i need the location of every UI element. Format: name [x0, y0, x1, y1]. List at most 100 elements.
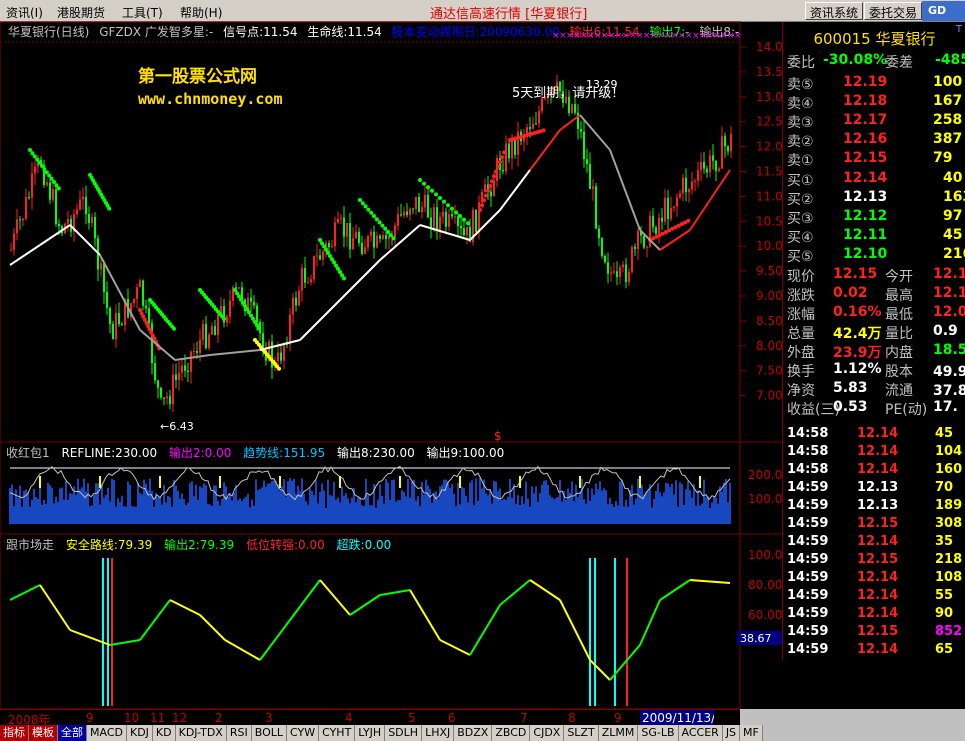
buy-row[interactable]: 买① 12.14 40: [783, 170, 965, 189]
stat-value: 0.02: [833, 285, 868, 301]
tab-lhxj[interactable]: LHXJ: [422, 725, 455, 741]
tick-row[interactable]: 14:59 12.13 189: [783, 498, 965, 516]
sell-row[interactable]: 卖③ 12.17 258: [783, 112, 965, 131]
date-label: 6: [448, 711, 456, 725]
tab-slzt[interactable]: SLZT: [564, 725, 599, 741]
ind2-tick-label: 80.00: [748, 578, 782, 592]
tab-all[interactable]: 全部: [58, 725, 87, 741]
tick-volume: 218: [935, 552, 963, 567]
candle-body: [715, 160, 717, 171]
candle-body: [412, 208, 414, 210]
tab-sglb[interactable]: SG-LB: [638, 725, 679, 741]
buy-row[interactable]: 买⑤ 12.10 216: [783, 246, 965, 265]
tab-accer[interactable]: ACCER: [678, 725, 723, 741]
stat-row[interactable]: 收益(三) 0.53 PE(动) 17.: [783, 399, 965, 418]
sar-dot: [480, 203, 484, 208]
sell-label: 卖④: [787, 96, 814, 112]
candle-body: [394, 225, 396, 237]
tick-row[interactable]: 14:59 12.14 108: [783, 570, 965, 588]
stat-row[interactable]: 涨幅 0.16% 最低 12.0: [783, 304, 965, 323]
tab-mf[interactable]: MF: [740, 725, 763, 741]
date-label: 12: [172, 711, 188, 725]
tab-boll[interactable]: BOLL: [251, 725, 287, 741]
tick-row[interactable]: 14:59 12.13 70: [783, 480, 965, 498]
tab-js[interactable]: JS: [722, 725, 741, 741]
tick-row[interactable]: 14:59 12.14 90: [783, 606, 965, 624]
sar-dot: [342, 276, 346, 281]
tab-zlmm[interactable]: ZLMM: [598, 725, 639, 741]
stat-row[interactable]: 外盘 23.9万内盘 18.57: [783, 342, 965, 361]
candle-body: [340, 217, 342, 219]
ind1-trend: 趋势线:151.95: [243, 446, 326, 460]
tab-template[interactable]: 模板: [29, 725, 58, 741]
candle-body: [277, 352, 279, 361]
candle-body: [139, 280, 141, 288]
buy-row[interactable]: 买② 12.13 163: [783, 189, 965, 208]
ind2-line-segment: [139, 599, 171, 641]
stat-row[interactable]: 净资 5.83 流通 37.8亿: [783, 380, 965, 399]
stat-label: 收益(三): [787, 402, 840, 418]
sar-dot: [454, 210, 458, 215]
ind2-line-segment: [289, 579, 321, 621]
candle-body: [721, 136, 723, 169]
tab-zbcd[interactable]: ZBCD: [492, 725, 531, 741]
tick-row[interactable]: 14:59 12.14 35: [783, 534, 965, 552]
tab-indicator[interactable]: 指标: [0, 725, 29, 741]
candle-body: [334, 222, 336, 247]
date-label: 9: [614, 711, 622, 725]
buy-row[interactable]: 买④ 12.11 45: [783, 227, 965, 246]
tab-sdlh[interactable]: SDLH: [385, 725, 423, 741]
tick-row[interactable]: 14:59 12.14 65: [783, 642, 965, 660]
tab-macd[interactable]: MACD: [87, 725, 127, 741]
candle-body: [508, 143, 510, 159]
low-price-label: ←6.43: [160, 420, 194, 433]
candle-body: [646, 246, 648, 248]
ind2-line-segment: [109, 639, 141, 646]
sar-dot: [32, 154, 37, 159]
news-system-button[interactable]: 资讯系统: [805, 2, 864, 20]
tick-row[interactable]: 14:59 12.15 852: [783, 624, 965, 642]
stock-name: 华夏银行: [875, 30, 936, 48]
sell-row[interactable]: 卖② 12.16 387: [783, 131, 965, 150]
tick-row[interactable]: 14:59 12.14 55: [783, 588, 965, 606]
tab-kd[interactable]: KD: [152, 725, 176, 741]
sar-dot: [277, 366, 281, 371]
sell-row[interactable]: 卖④ 12.18 167: [783, 93, 965, 112]
candle-body: [667, 197, 669, 220]
tab-rsi[interactable]: RSI: [226, 725, 252, 741]
tab-cyht[interactable]: CYHT: [319, 725, 356, 741]
tick-row[interactable]: 14:58 12.14 104: [783, 444, 965, 462]
tick-row[interactable]: 14:59 12.15 308: [783, 516, 965, 534]
tab-lyjh[interactable]: LYJH: [355, 725, 386, 741]
candle-body: [580, 129, 582, 132]
chart-canvas[interactable]: 14.00 13.50 13.00 12.50 12.00 11.50 11.00 10.50…: [0, 0, 782, 709]
candle-body: [571, 104, 573, 113]
buy-row[interactable]: 买③ 12.12 97: [783, 208, 965, 227]
candle-body: [574, 104, 576, 113]
tick-row[interactable]: 14:58 12.14 45: [783, 426, 965, 444]
tick-row[interactable]: 14:59 12.15 218: [783, 552, 965, 570]
trade-button[interactable]: 委托交易: [864, 2, 923, 20]
ind1-out9: 输出9:100.00: [426, 446, 505, 460]
tick-volume: 189: [935, 498, 963, 513]
candle-body: [694, 180, 696, 182]
stat-row[interactable]: 涨跌 0.02 最高 12.1: [783, 285, 965, 304]
stat-row[interactable]: 总量 42.4万 量比 0.9: [783, 323, 965, 342]
tick-row[interactable]: 14:58 12.14 160: [783, 462, 965, 480]
tick-time: 14:59: [787, 534, 829, 549]
stat-row[interactable]: 现价 12.15 今开 12.1: [783, 266, 965, 285]
tab-kdj[interactable]: KDJ: [126, 725, 153, 741]
tick-price: 12.14: [857, 534, 899, 549]
candle-body: [205, 323, 207, 349]
tab-cjdx[interactable]: CJDX: [530, 725, 565, 741]
candle-body: [178, 372, 180, 380]
tab-bdzx[interactable]: BDZX: [454, 725, 493, 741]
candle-body: [400, 214, 402, 216]
sell-row[interactable]: 卖① 12.15 79: [783, 150, 965, 169]
stat-row[interactable]: 换手 1.12%股本 49.9亿: [783, 361, 965, 380]
candle-body: [109, 307, 111, 324]
sell-row[interactable]: 卖⑤ 12.19 100: [783, 74, 965, 93]
tab-cyw[interactable]: CYW: [287, 725, 320, 741]
candle-body: [55, 189, 57, 225]
tab-kdjtdx[interactable]: KDJ-TDX: [175, 725, 227, 741]
